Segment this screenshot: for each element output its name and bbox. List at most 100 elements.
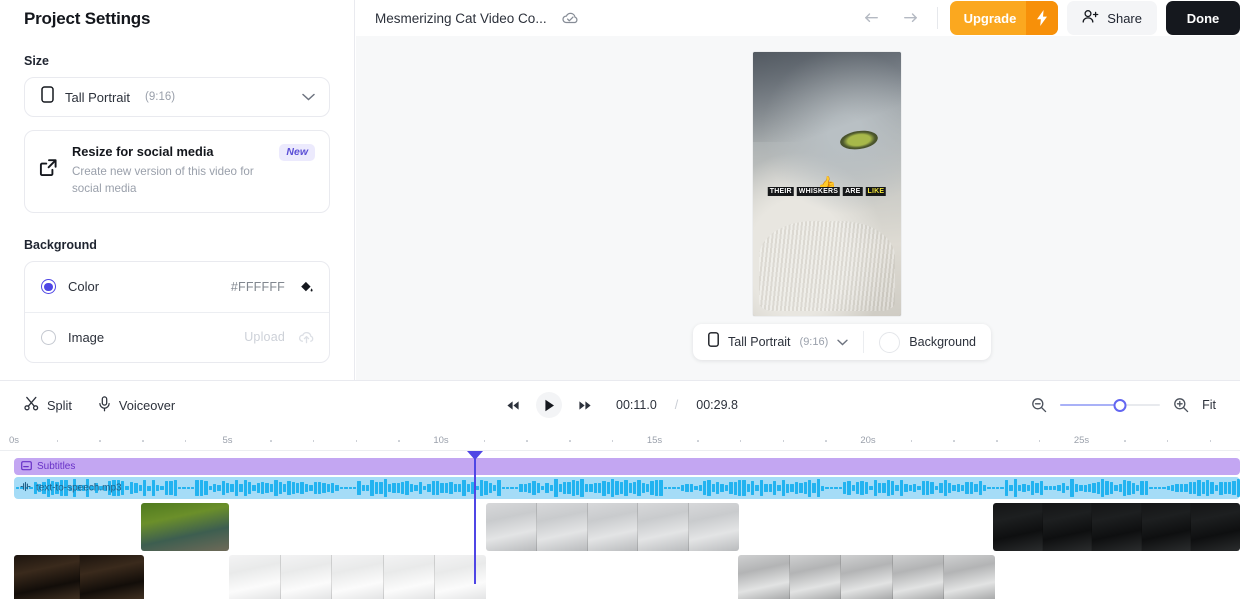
- time-separator: /: [674, 398, 679, 412]
- waveform-bar: [173, 479, 177, 497]
- waveform-bar: [440, 483, 444, 493]
- waveform-bar: [996, 487, 1000, 489]
- undo-arrow-icon[interactable]: [857, 1, 891, 35]
- video-clip[interactable]: [14, 555, 144, 599]
- video-clip[interactable]: [141, 503, 229, 551]
- waveform-bar: [1136, 485, 1140, 491]
- video-clip[interactable]: [229, 555, 486, 599]
- paint-bucket-icon[interactable]: [297, 279, 315, 294]
- preview-caption[interactable]: THEIR WHISKERS ARE LIKE: [767, 186, 887, 196]
- waveform-bar: [912, 484, 917, 492]
- zoom-in-icon[interactable]: [1173, 397, 1189, 413]
- waveform-bar: [1118, 484, 1122, 492]
- resize-card-subtitle: Create new version of this video for soc…: [72, 165, 254, 195]
- waveform-bar: [453, 484, 457, 492]
- cloud-upload-icon[interactable]: [297, 330, 315, 344]
- background-color-swatch[interactable]: [879, 331, 901, 353]
- cloud-check-icon: [561, 11, 580, 25]
- video-clip[interactable]: [486, 503, 739, 551]
- ruler-label: 15s: [646, 435, 663, 446]
- waveform-bar: [247, 482, 252, 494]
- waveform-bar: [536, 483, 540, 493]
- waveform-bar: [1149, 487, 1153, 489]
- waveform-bar: [869, 485, 873, 491]
- background-option-image[interactable]: Image Upload: [25, 311, 329, 362]
- waveform-bar: [790, 484, 794, 492]
- radio-image[interactable]: [41, 329, 56, 345]
- video-clip[interactable]: [993, 503, 1240, 551]
- waveform-bar: [138, 484, 142, 492]
- waveform-bar: [366, 485, 370, 491]
- total-time: 00:29.8: [696, 398, 738, 412]
- waveform-bar: [519, 484, 523, 492]
- waveform-bar: [602, 480, 606, 496]
- stage-background-button[interactable]: Background: [864, 324, 991, 360]
- waveform-bar: [842, 481, 847, 495]
- project-title[interactable]: Mesmerizing Cat Video Co...: [375, 11, 547, 26]
- waveform-bar: [287, 481, 291, 495]
- waveform-bar: [1013, 479, 1017, 497]
- background-options-card: Color #FFFFFF Image Upload: [24, 260, 330, 363]
- waveform-bar: [352, 487, 357, 489]
- waveform-bar: [405, 481, 409, 495]
- waveform-bar: [624, 479, 628, 497]
- voiceover-button[interactable]: Voiceover: [98, 395, 175, 415]
- skip-backward-icon[interactable]: [502, 394, 524, 416]
- waveform-bar: [1140, 480, 1144, 496]
- waveform-bar: [1223, 482, 1227, 494]
- waveform-bar: [974, 483, 978, 493]
- track-subtitles[interactable]: Subtitles: [14, 458, 1240, 475]
- waveform-bar: [698, 485, 702, 491]
- upgrade-button[interactable]: Upgrade: [949, 1, 1059, 35]
- waveform-bar: [212, 483, 217, 493]
- track-audio[interactable]: text-to-speech.mp3: [14, 477, 1240, 499]
- caption-word: WHISKERS: [796, 186, 841, 196]
- background-color-value: #FFFFFF: [230, 279, 285, 294]
- done-button[interactable]: Done: [1166, 1, 1240, 35]
- radio-color[interactable]: [41, 279, 56, 295]
- waveform-bar: [961, 484, 965, 492]
- zoom-slider-handle[interactable]: [1113, 398, 1127, 412]
- playhead-handle[interactable]: [467, 451, 484, 460]
- waveform-bar: [576, 480, 580, 496]
- waveform-bar: [681, 484, 685, 492]
- waveform-bar: [1162, 487, 1166, 489]
- ruler-tick: [825, 440, 827, 442]
- play-button[interactable]: [536, 392, 563, 418]
- split-label: Split: [47, 397, 72, 413]
- ruler-tick: [1166, 440, 1169, 442]
- waveform-bar: [1009, 485, 1013, 491]
- stage-size-select[interactable]: Tall Portrait (9:16): [693, 324, 863, 360]
- background-upload-label[interactable]: Upload: [244, 330, 285, 344]
- split-button[interactable]: Split: [24, 396, 72, 414]
- waveform-bar: [1227, 482, 1232, 494]
- waveform-bar: [1052, 486, 1057, 490]
- waveform-bar: [1157, 487, 1162, 489]
- waveform-bar: [195, 480, 199, 496]
- waveform-bar: [387, 484, 392, 492]
- waveform-bar: [1184, 484, 1188, 492]
- playhead[interactable]: [467, 451, 484, 584]
- waveform-bar: [899, 479, 904, 497]
- resize-for-social-media-card[interactable]: Resize for social media New Create new v…: [24, 130, 330, 213]
- external-link-icon: [39, 158, 59, 198]
- waveform-bar: [545, 483, 549, 493]
- share-button[interactable]: Share: [1067, 1, 1157, 35]
- zoom-out-icon[interactable]: [1031, 397, 1047, 413]
- video-preview[interactable]: 👍 THEIR WHISKERS ARE LIKE: [753, 52, 901, 316]
- waveform-bar: [737, 479, 742, 497]
- waveform-bar: [501, 487, 505, 489]
- zoom-slider[interactable]: [1060, 398, 1161, 412]
- waveform-bar: [208, 485, 212, 491]
- fit-button[interactable]: Fit: [1202, 398, 1216, 412]
- background-option-color[interactable]: Color #FFFFFF: [25, 262, 329, 312]
- timeline-ruler[interactable]: 0s 5s 10s 15s 20s 25s: [0, 429, 1240, 451]
- waveform-bar: [991, 487, 995, 489]
- waveform-bar: [309, 485, 313, 491]
- redo-arrow-icon[interactable]: [891, 1, 925, 35]
- background-color-label: Color: [68, 279, 100, 295]
- skip-forward-icon[interactable]: [574, 394, 596, 416]
- waveform-bar: [1210, 482, 1214, 494]
- video-clip[interactable]: [738, 555, 995, 599]
- size-select[interactable]: Tall Portrait (9:16): [24, 77, 330, 117]
